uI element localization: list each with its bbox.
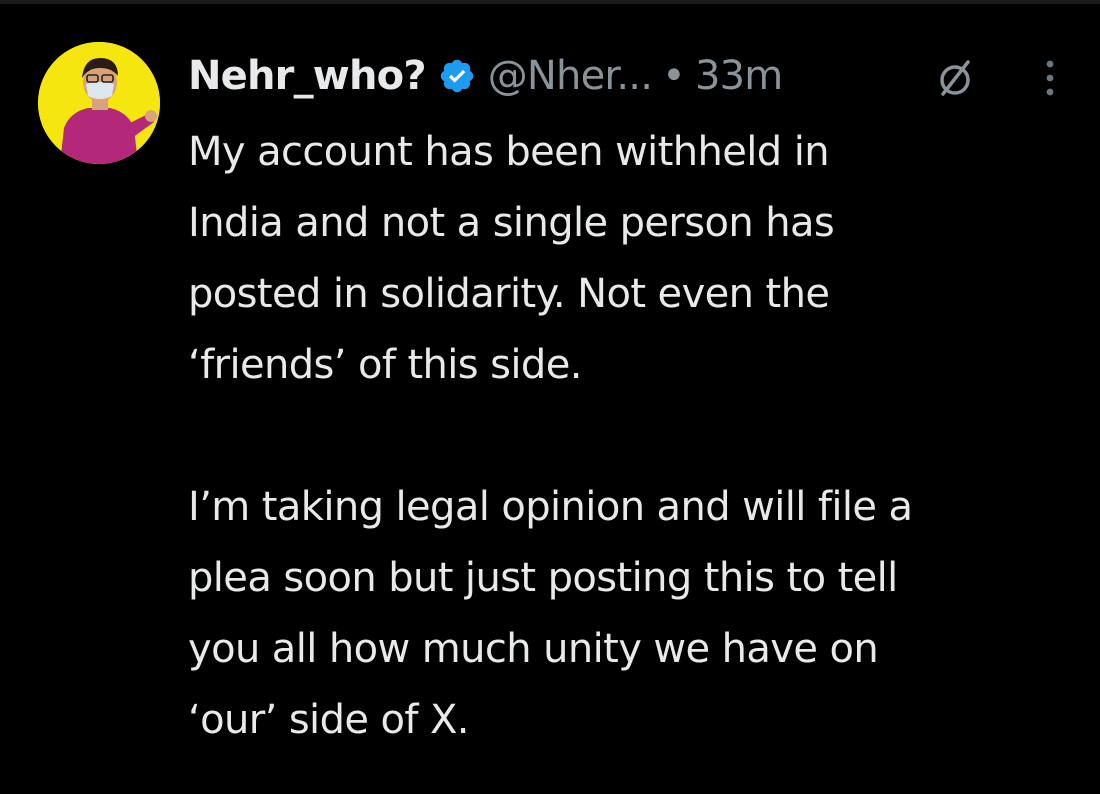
tweet-line: India and not a single person has bbox=[188, 200, 835, 246]
tweet[interactable]: Nehr_who? @Nher... • 33m My account has … bbox=[0, 0, 1100, 794]
tweet-line: My account has been withheld in bbox=[188, 129, 830, 175]
tweet-line: I’m taking legal opinion and will file a bbox=[188, 484, 913, 530]
timestamp[interactable]: 33m bbox=[695, 53, 783, 99]
tweet-line: posted in solidarity. Not even the bbox=[188, 271, 830, 317]
tweet-text: My account has been withheld in India an… bbox=[188, 117, 1088, 756]
avatar[interactable] bbox=[38, 42, 160, 164]
display-name[interactable]: Nehr_who? bbox=[188, 53, 427, 99]
author-handle[interactable]: @Nher... bbox=[488, 53, 653, 99]
tweet-line: plea soon but just posting this to tell bbox=[188, 555, 898, 601]
tweet-line: you all how much unity we have on bbox=[188, 626, 879, 672]
more-vertical-icon[interactable] bbox=[1040, 58, 1060, 98]
slashed-circle-icon[interactable] bbox=[935, 56, 975, 100]
separator-dot: • bbox=[662, 53, 686, 99]
tweet-line: ‘friends’ of this side. bbox=[188, 342, 582, 388]
verified-badge-icon[interactable] bbox=[438, 57, 476, 95]
tweet-header: Nehr_who? @Nher... • 33m bbox=[188, 46, 783, 106]
tweet-line: ‘our’ side of X. bbox=[188, 697, 469, 743]
